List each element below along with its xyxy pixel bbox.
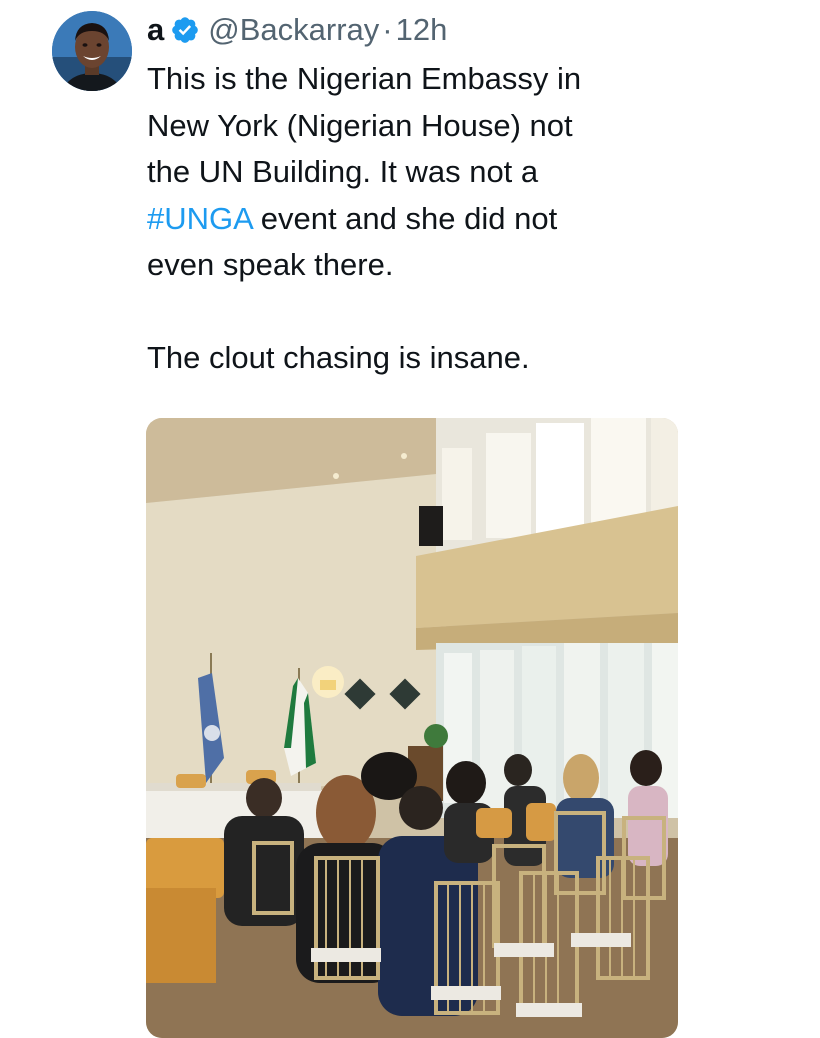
display-name[interactable]: a (147, 12, 164, 48)
tweet-text: This is the Nigerian Embassy in New York… (147, 56, 707, 381)
tweet-paragraph-2: The clout chasing is insane. (147, 335, 707, 382)
user-handle[interactable]: @Backarray (208, 12, 379, 48)
tweet-media-photo[interactable] (146, 418, 678, 1038)
hashtag-link[interactable]: #UNGA (147, 201, 252, 236)
tweet: a @Backarray · 12h This is the Nigerian … (0, 0, 820, 1038)
tweet-header: a @Backarray · 12h (147, 8, 447, 52)
verified-badge-icon (170, 15, 200, 45)
text-line: the UN Building. It was not a (147, 154, 539, 189)
event-room-photo (146, 418, 678, 1038)
separator-dot: · (382, 12, 393, 47)
text-line: This is the Nigerian Embassy in (147, 61, 582, 96)
avatar-image (52, 11, 132, 91)
avatar[interactable] (52, 11, 132, 91)
text-line: event and she did not (260, 200, 558, 236)
text-line: The clout chasing is insane. (147, 339, 530, 375)
tweet-paragraph-1: This is the Nigerian Embassy in New York… (147, 56, 707, 289)
timestamp[interactable]: 12h (396, 12, 448, 48)
text-line: New York (Nigerian House) not (147, 107, 573, 143)
text-line: even speak there. (147, 247, 394, 282)
